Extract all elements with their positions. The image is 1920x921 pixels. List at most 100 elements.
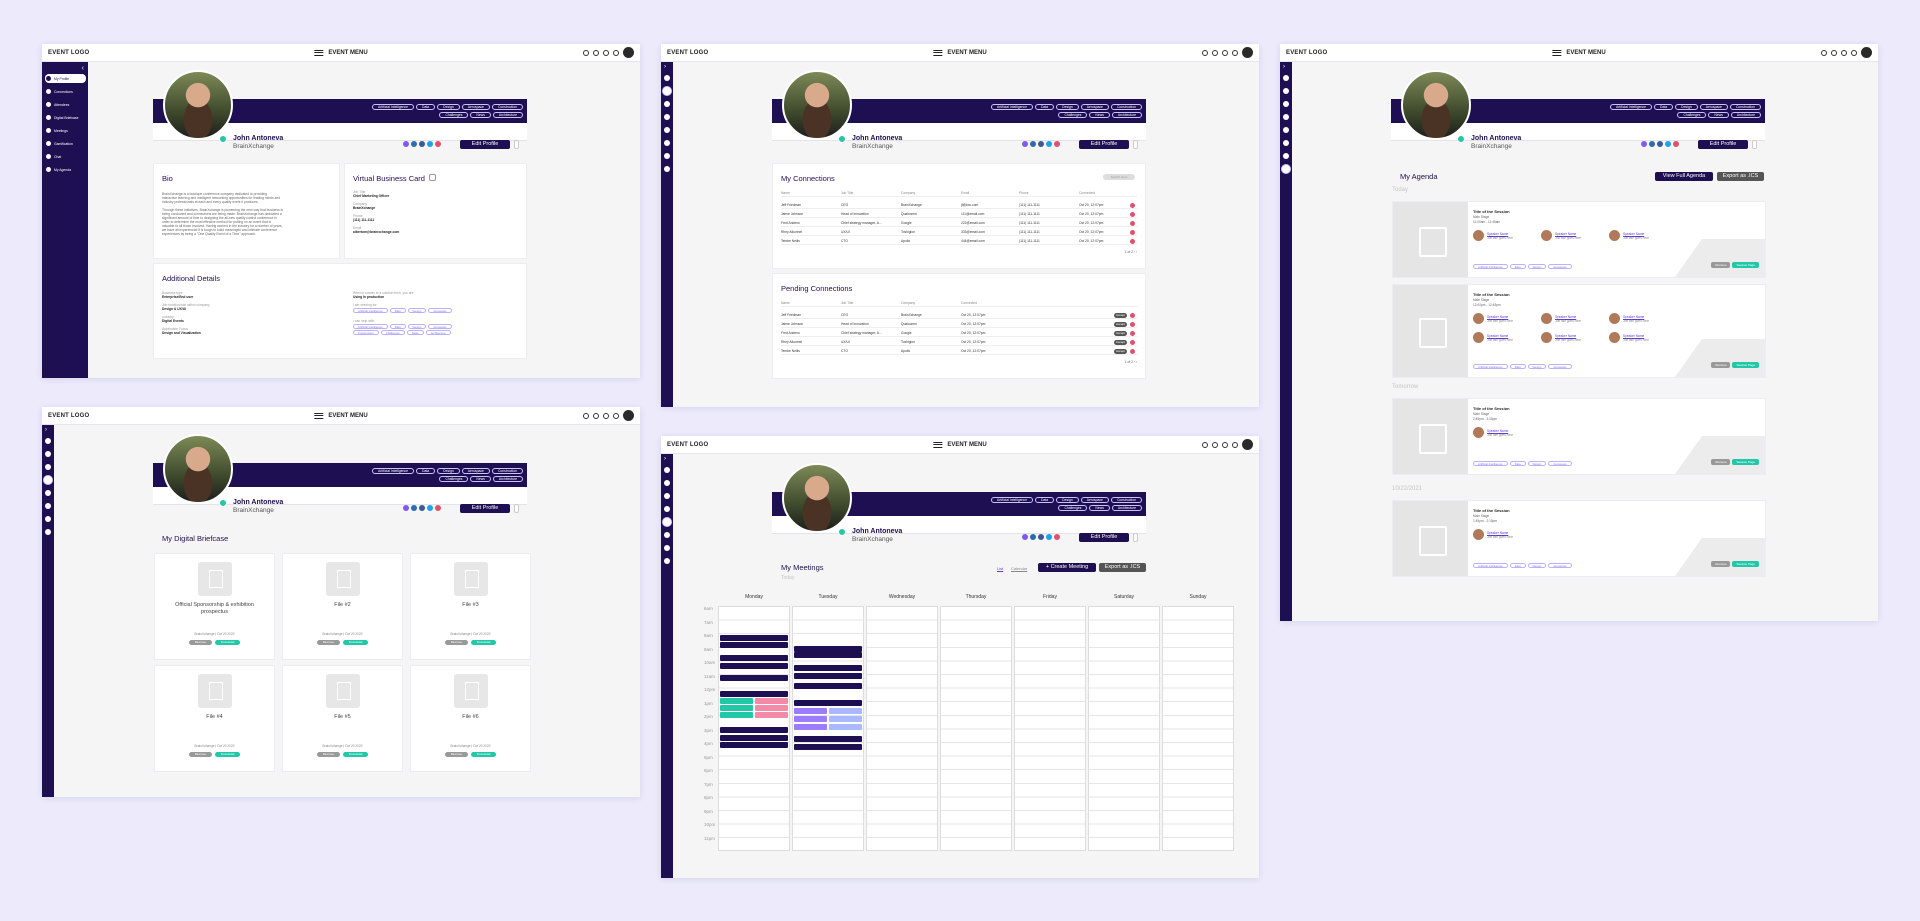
meeting-block[interactable]: [829, 724, 862, 730]
table-row[interactable]: Fred Andeno Chief strategy manager, A... G…: [781, 220, 1137, 227]
tag[interactable]: Challenges: [1058, 505, 1088, 511]
event-logo[interactable]: EVENT LOGO: [667, 50, 708, 56]
tag[interactable]: Artificial Intelligence: [991, 104, 1033, 110]
table-row[interactable]: Jeff Friedman CEO BrainXchange Oct 20, 12:0…: [781, 312, 1137, 319]
plus-circle-icon[interactable]: [1202, 49, 1208, 56]
sidebar-item-agenda[interactable]: My Agenda: [45, 165, 86, 174]
remove-connection-icon[interactable]: [1130, 202, 1135, 208]
download-button[interactable]: Download: [470, 752, 497, 757]
agenda-icon[interactable]: [664, 558, 670, 564]
table-row[interactable]: Jaime Johnson Head of Innovation Qualcomm 1…: [781, 211, 1137, 218]
speaker[interactable]: Speaker Name Job title goes here: [1473, 313, 1513, 324]
tag[interactable]: Data: [389, 324, 406, 329]
calendar-icon[interactable]: [1283, 127, 1289, 133]
bell-icon[interactable]: [1222, 49, 1228, 56]
chat-icon[interactable]: [613, 49, 619, 56]
tag[interactable]: Design: [1527, 264, 1547, 269]
meeting-block[interactable]: [794, 700, 862, 706]
meeting-block[interactable]: [720, 675, 788, 681]
tag[interactable]: News: [1089, 112, 1110, 118]
tag[interactable]: News: [1708, 112, 1729, 118]
pagination[interactable]: 1 of 2 ‹ ›: [1125, 360, 1137, 364]
create-meeting-button[interactable]: + Create Meeting: [1038, 563, 1096, 572]
event-logo[interactable]: EVENT LOGO: [48, 413, 89, 419]
tag[interactable]: Challenges: [1677, 112, 1707, 118]
tag[interactable]: Challenges: [439, 476, 469, 482]
more-options-icon[interactable]: [1133, 533, 1138, 542]
qr-icon[interactable]: [429, 174, 436, 181]
meeting-block[interactable]: [755, 698, 788, 704]
file-card[interactable]: File #4 BrainXchange | Oct 20 2020 Remove D…: [154, 665, 275, 772]
meeting-block[interactable]: [794, 652, 862, 658]
tag[interactable]: Aerospace: [1548, 264, 1572, 269]
file-card[interactable]: File #5 BrainXchange | Oct 20 2020 Remove D…: [282, 665, 403, 772]
table-row[interactable]: Rhey Alkonnel UX/UI Toshiglon Oct 20, 12:07…: [781, 339, 1137, 346]
list-view-link[interactable]: List: [997, 566, 1003, 571]
tag[interactable]: Data: [1654, 104, 1674, 110]
decline-icon[interactable]: [1130, 321, 1135, 327]
tag[interactable]: Data: [1509, 264, 1526, 269]
connections-icon[interactable]: [663, 87, 671, 95]
more-options-icon[interactable]: [1752, 140, 1757, 149]
plus-circle-icon[interactable]: [583, 412, 589, 419]
search-icon[interactable]: [1212, 441, 1218, 448]
tag[interactable]: Data: [1509, 461, 1526, 466]
search-input[interactable]: Search Here: [1103, 174, 1135, 180]
sidebar-item-my-profile[interactable]: My Profile: [45, 74, 86, 83]
remove-button[interactable]: Remove: [1711, 561, 1731, 567]
attendees-icon[interactable]: [45, 464, 51, 470]
user-icon[interactable]: [664, 75, 670, 81]
speaker[interactable]: Speaker Name Job title goes here: [1473, 332, 1513, 343]
tag[interactable]: Artificial Intelligence: [1473, 264, 1508, 269]
file-card[interactable]: File #3 BrainXchange | Oct 20 2020 Remove D…: [410, 553, 531, 660]
tag[interactable]: Design: [1675, 104, 1698, 110]
briefcase-icon[interactable]: [1283, 114, 1289, 120]
tag[interactable]: Artificial Intelligence: [353, 308, 388, 313]
avatar[interactable]: [1242, 439, 1253, 450]
remove-button[interactable]: Remove: [188, 752, 212, 757]
tag[interactable]: Challenges: [439, 112, 469, 118]
edit-profile-button[interactable]: Edit Profile: [1698, 140, 1748, 149]
twitter-icon[interactable]: [427, 505, 433, 511]
globe-icon[interactable]: [1641, 141, 1647, 147]
expand-chevron-icon[interactable]: ›: [664, 456, 666, 462]
twitter-icon[interactable]: [1046, 534, 1052, 540]
chat-icon[interactable]: [1232, 441, 1238, 448]
plus-circle-icon[interactable]: [1202, 441, 1208, 448]
meeting-block[interactable]: [720, 742, 788, 748]
meeting-block[interactable]: [720, 691, 788, 697]
connections-icon[interactable]: [45, 451, 51, 457]
plus-circle-icon[interactable]: [583, 49, 589, 56]
remove-button[interactable]: Remove: [316, 640, 340, 645]
facebook-icon[interactable]: [419, 141, 425, 147]
tag[interactable]: Design: [1056, 104, 1079, 110]
meeting-block[interactable]: [794, 724, 827, 730]
search-icon[interactable]: [1831, 49, 1837, 56]
session-page-button[interactable]: Session Page: [1732, 362, 1759, 368]
linkedin-icon[interactable]: [411, 141, 417, 147]
remove-button[interactable]: Remove: [1711, 262, 1731, 268]
event-logo[interactable]: EVENT LOGO: [667, 442, 708, 448]
twitter-icon[interactable]: [1665, 141, 1671, 147]
tag[interactable]: News: [1089, 505, 1110, 511]
download-button[interactable]: Download: [342, 640, 369, 645]
tag[interactable]: News: [470, 476, 491, 482]
briefcase-icon[interactable]: [664, 114, 670, 120]
meeting-block[interactable]: [720, 712, 753, 718]
download-button[interactable]: Download: [342, 752, 369, 757]
download-button[interactable]: Download: [214, 640, 241, 645]
session-card[interactable]: Title of the Session Main Stage 11:00am …: [1392, 201, 1766, 278]
twitter-icon[interactable]: [1046, 141, 1052, 147]
download-button[interactable]: Download: [470, 640, 497, 645]
attendees-icon[interactable]: [664, 493, 670, 499]
decline-icon[interactable]: [1130, 339, 1135, 345]
tag[interactable]: Construction: [491, 468, 523, 474]
search-icon[interactable]: [593, 49, 599, 56]
remove-button[interactable]: Remove: [188, 640, 212, 645]
event-menu[interactable]: EVENT MENU: [314, 412, 368, 419]
tag[interactable]: Aerospace: [461, 104, 490, 110]
bell-icon[interactable]: [1222, 441, 1228, 448]
file-card[interactable]: Official Sponsorship & exhibition prospe…: [154, 553, 275, 660]
agenda-icon[interactable]: [45, 529, 51, 535]
youtube-icon[interactable]: [1054, 534, 1060, 540]
